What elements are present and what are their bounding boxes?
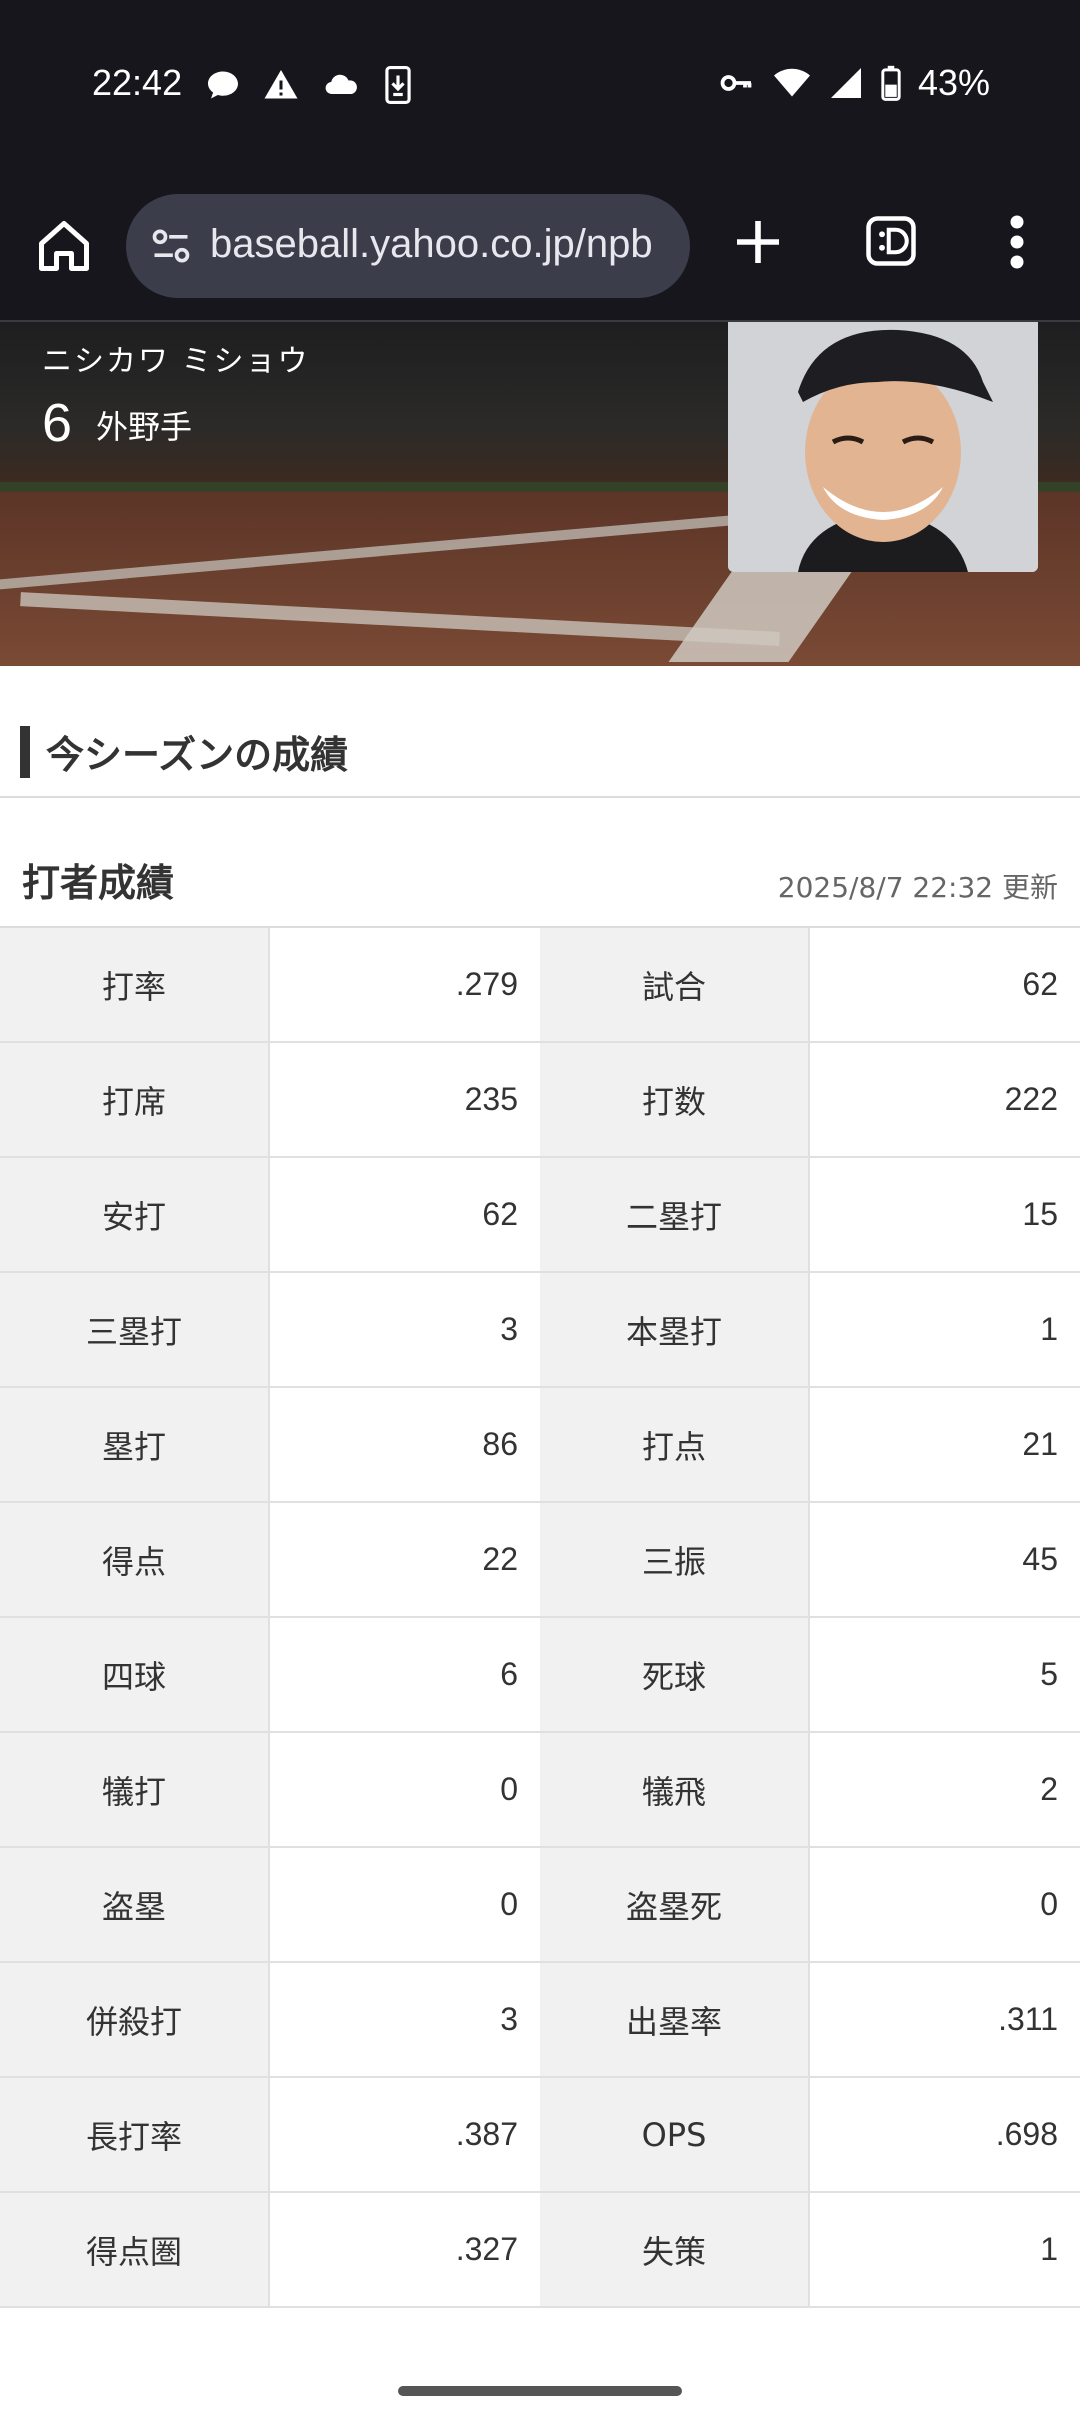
stat-value: 235	[270, 1043, 540, 1156]
stat-label: 犠飛	[540, 1733, 810, 1846]
chat-bubble-icon	[208, 71, 238, 99]
stat-label: 長打率	[0, 2078, 270, 2191]
stat-label: 塁打	[0, 1388, 270, 1501]
stat-value: 2	[810, 1733, 1080, 1846]
url-text: baseball.yahoo.co.jp/npb	[210, 222, 653, 266]
batting-title: 打者成績	[22, 861, 175, 905]
stat-label: 三塁打	[0, 1273, 270, 1386]
system-icons: 43%	[716, 62, 990, 104]
table-row: 安打 62 二塁打 15	[0, 1158, 1080, 1273]
stat-value: 62	[810, 928, 1080, 1041]
status-bar: 22:42 43%	[0, 0, 1080, 178]
battery-percent: 43%	[917, 62, 990, 103]
stat-value: .279	[270, 928, 540, 1041]
stat-label: 試合	[540, 928, 810, 1041]
stat-label: 打率	[0, 928, 270, 1041]
player-name-kana: ニシカワ ミショウ	[42, 344, 310, 379]
stat-label: 打数	[540, 1043, 810, 1156]
table-row: 四球 6 死球 5	[0, 1618, 1080, 1733]
stat-label: 死球	[540, 1618, 810, 1731]
heading-accent-bar	[20, 726, 30, 778]
stat-value: 222	[810, 1043, 1080, 1156]
stat-label: 二塁打	[540, 1158, 810, 1271]
stat-value: 3	[270, 1963, 540, 2076]
home-icon[interactable]	[34, 216, 94, 276]
stat-label: 盗塁死	[540, 1848, 810, 1961]
table-row: 長打率 .387 OPS .698	[0, 2078, 1080, 2193]
stat-value: 62	[270, 1158, 540, 1271]
batting-stats-table: 打率 .279 試合 62 打席 235 打数 222 安打 62 二塁打 15 三塁打 3 本塁打 1 塁打 8…	[0, 928, 1080, 2308]
stat-label: 失策	[540, 2193, 810, 2306]
browser-toolbar: baseball.yahoo.co.jp/npb	[0, 178, 1080, 322]
table-row: 打率 .279 試合 62	[0, 928, 1080, 1043]
wifi-icon	[773, 68, 810, 97]
stat-label: 得点圏	[0, 2193, 270, 2306]
stat-value: 3	[270, 1273, 540, 1386]
player-position: 外野手	[96, 408, 193, 446]
stat-label: 打点	[540, 1388, 810, 1501]
stat-value: .311	[810, 1963, 1080, 2076]
table-row: 犠打 0 犠飛 2	[0, 1733, 1080, 1848]
gesture-nav-handle[interactable]	[398, 2386, 682, 2396]
vpn-key-icon	[720, 75, 752, 91]
table-row: 打席 235 打数 222	[0, 1043, 1080, 1158]
tab-switcher-icon[interactable]	[864, 214, 918, 268]
stat-value: 0	[270, 1733, 540, 1846]
stat-value: .698	[810, 2078, 1080, 2191]
warning-icon	[264, 70, 298, 99]
more-options-icon[interactable]	[1000, 212, 1034, 272]
stat-value: 1	[810, 2193, 1080, 2306]
table-row: 得点圏 .327 失策 1	[0, 2193, 1080, 2308]
battery-icon	[881, 65, 901, 101]
download-phone-icon	[385, 66, 411, 104]
player-number: 6	[42, 393, 73, 453]
cell-signal-icon	[830, 68, 861, 98]
stat-value: 0	[270, 1848, 540, 1961]
table-row: 三塁打 3 本塁打 1	[0, 1273, 1080, 1388]
table-row: 盗塁 0 盗塁死 0	[0, 1848, 1080, 1963]
stat-label: 打席	[0, 1043, 270, 1156]
table-row: 塁打 86 打点 21	[0, 1388, 1080, 1503]
season-stats-heading: 今シーズンの成績	[0, 666, 1080, 798]
stat-value: .387	[270, 2078, 540, 2191]
stat-value: 0	[810, 1848, 1080, 1961]
table-row: 併殺打 3 出塁率 .311	[0, 1963, 1080, 2078]
stat-value: 1	[810, 1273, 1080, 1386]
stat-label: 安打	[0, 1158, 270, 1271]
stat-value: 22	[270, 1503, 540, 1616]
stat-label: 併殺打	[0, 1963, 270, 2076]
stat-label: 盗塁	[0, 1848, 270, 1961]
stat-value: 6	[270, 1618, 540, 1731]
updated-timestamp: 2025/8/7 22:32 更新	[777, 871, 1058, 904]
stat-value: 86	[270, 1388, 540, 1501]
stat-label: 本塁打	[540, 1273, 810, 1386]
stat-label: 犠打	[0, 1733, 270, 1846]
section-title: 今シーズンの成績	[46, 733, 349, 777]
stat-label: 三振	[540, 1503, 810, 1616]
cloud-icon	[325, 74, 357, 95]
stat-value: 45	[810, 1503, 1080, 1616]
batting-stats-header: 打者成績 2025/8/7 22:32 更新	[0, 800, 1080, 928]
status-time: 22:42	[92, 62, 183, 103]
new-tab-icon[interactable]	[730, 214, 786, 270]
player-portrait-icon	[728, 322, 1038, 572]
stat-label: OPS	[540, 2078, 810, 2191]
stat-value: .327	[270, 2193, 540, 2306]
address-bar[interactable]: baseball.yahoo.co.jp/npb	[126, 194, 690, 298]
stat-label: 得点	[0, 1503, 270, 1616]
stat-value: 15	[810, 1158, 1080, 1271]
stat-label: 出塁率	[540, 1963, 810, 2076]
site-settings-icon[interactable]	[148, 224, 194, 268]
player-photo	[728, 322, 1038, 572]
table-row: 得点 22 三振 45	[0, 1503, 1080, 1618]
player-hero: ニシカワ ミショウ 6 外野手	[0, 322, 1080, 666]
notification-icons	[205, 66, 413, 104]
stat-value: 5	[810, 1618, 1080, 1731]
stat-label: 四球	[0, 1618, 270, 1731]
stat-value: 21	[810, 1388, 1080, 1501]
